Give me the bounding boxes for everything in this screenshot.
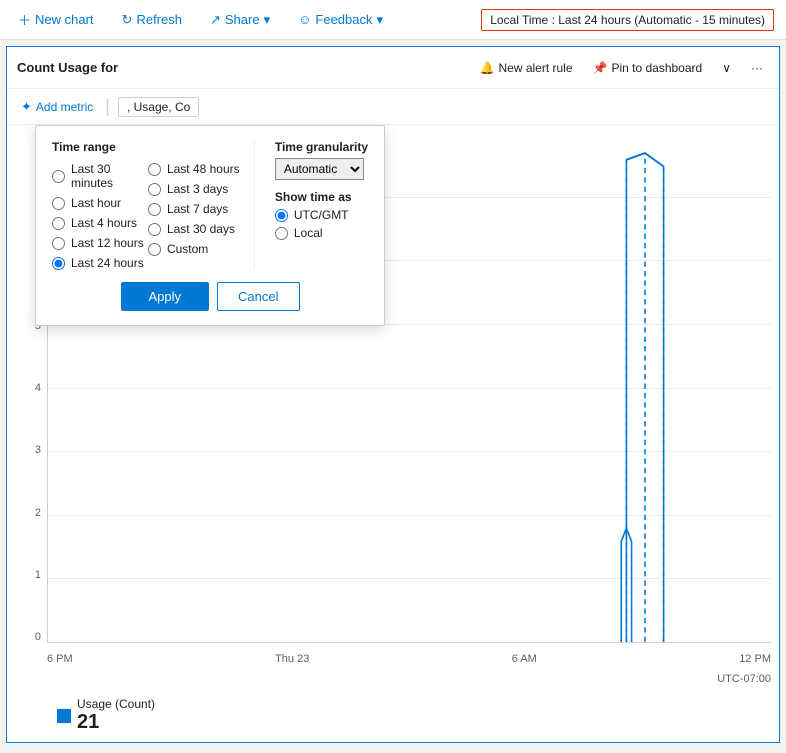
x-label-6pm: 6 PM <box>47 653 73 665</box>
option-7d[interactable]: Last 7 days <box>148 202 244 216</box>
time-range-title: Time range <box>52 140 244 154</box>
legend-color-swatch <box>57 709 71 723</box>
timezone-label: UTC-07:00 <box>717 673 771 685</box>
granularity-section: Time granularity Automatic 1 minute 5 mi… <box>254 140 368 270</box>
main-toolbar: ＋ New chart ↻ Refresh ↗ Share ▾ ☺ Feedba… <box>0 0 786 40</box>
feedback-button[interactable]: ☺ Feedback ▾ <box>292 8 389 32</box>
popup-actions: Apply Cancel <box>52 282 368 311</box>
x-label-6am: 6 AM <box>512 653 537 665</box>
apply-button[interactable]: Apply <box>121 282 210 311</box>
share-icon: ↗ <box>210 12 221 28</box>
new-chart-button[interactable]: ＋ New chart <box>12 6 100 33</box>
x-label-12pm: 12 PM <box>739 653 771 665</box>
option-utc[interactable]: UTC/GMT <box>275 208 368 222</box>
y-label-1: 1 <box>35 569 41 581</box>
y-label-3: 3 <box>35 444 41 456</box>
pin-icon: 📌 <box>593 61 608 75</box>
sub-toolbar: ✦ Add metric | , Usage, Co <box>7 89 779 125</box>
alert-icon: 🔔 <box>480 61 495 75</box>
option-12hr[interactable]: Last 12 hours <box>52 236 148 250</box>
granularity-select[interactable]: Automatic 1 minute 5 minutes 15 minutes … <box>275 158 364 180</box>
main-chart-area: Count Usage for 🔔 New alert rule 📌 Pin t… <box>6 46 780 743</box>
x-axis: 6 PM Thu 23 6 AM 12 PM <box>47 653 771 665</box>
refresh-button[interactable]: ↻ Refresh <box>116 8 188 32</box>
y-label-4: 4 <box>35 382 41 394</box>
legend-value: 21 <box>77 711 155 734</box>
plus-icon: ＋ <box>18 10 31 29</box>
granularity-title: Time granularity <box>275 140 368 154</box>
option-24hr[interactable]: Last 24 hours <box>52 256 148 270</box>
chevron-down-icon: ∨ <box>722 61 731 75</box>
time-badge: Local Time : Last 24 hours (Automatic - … <box>481 9 774 31</box>
chart-toolbar: Count Usage for 🔔 New alert rule 📌 Pin t… <box>7 47 779 89</box>
option-30d[interactable]: Last 30 days <box>148 222 244 236</box>
option-4hr[interactable]: Last 4 hours <box>52 216 148 230</box>
legend-area: Usage (Count) 21 <box>7 693 779 742</box>
filter-tag[interactable]: , Usage, Co <box>118 97 199 117</box>
x-label-thu23: Thu 23 <box>275 653 309 665</box>
time-picker-popup: Time range Last 30 minutes Last hour <box>35 125 385 326</box>
chevron-down-button[interactable]: ∨ <box>716 57 737 79</box>
chevron-down-icon: ▾ <box>264 12 271 28</box>
add-metric-button[interactable]: ✦ Add metric <box>17 97 97 117</box>
legend-name: Usage (Count) <box>77 697 155 711</box>
option-3d[interactable]: Last 3 days <box>148 182 244 196</box>
show-time-title: Show time as <box>275 190 368 204</box>
option-30min[interactable]: Last 30 minutes <box>52 162 148 190</box>
chart-title: Count Usage for <box>17 60 118 75</box>
chevron-down-icon: ▾ <box>377 12 384 28</box>
new-alert-rule-button[interactable]: 🔔 New alert rule <box>474 57 579 79</box>
sparkle-icon: ✦ <box>21 99 32 115</box>
cancel-button[interactable]: Cancel <box>217 282 299 311</box>
option-1hr[interactable]: Last hour <box>52 196 148 210</box>
option-48hr[interactable]: Last 48 hours <box>148 162 244 176</box>
legend-item: Usage (Count) 21 <box>77 697 155 734</box>
ellipsis-icon: ··· <box>751 61 763 75</box>
option-custom[interactable]: Custom <box>148 242 244 256</box>
y-label-0: 0 <box>35 631 41 643</box>
feedback-icon: ☺ <box>298 12 311 27</box>
pin-to-dashboard-button[interactable]: 📌 Pin to dashboard <box>587 57 709 79</box>
refresh-icon: ↻ <box>122 12 133 28</box>
option-local[interactable]: Local <box>275 226 368 240</box>
y-label-2: 2 <box>35 507 41 519</box>
more-options-button[interactable]: ··· <box>745 57 769 79</box>
time-range-col1: Last 30 minutes Last hour Last 4 hours <box>52 162 148 270</box>
share-button[interactable]: ↗ Share ▾ <box>204 8 276 32</box>
time-range-col2: Last 48 hours Last 3 days Last 7 days <box>148 162 244 270</box>
